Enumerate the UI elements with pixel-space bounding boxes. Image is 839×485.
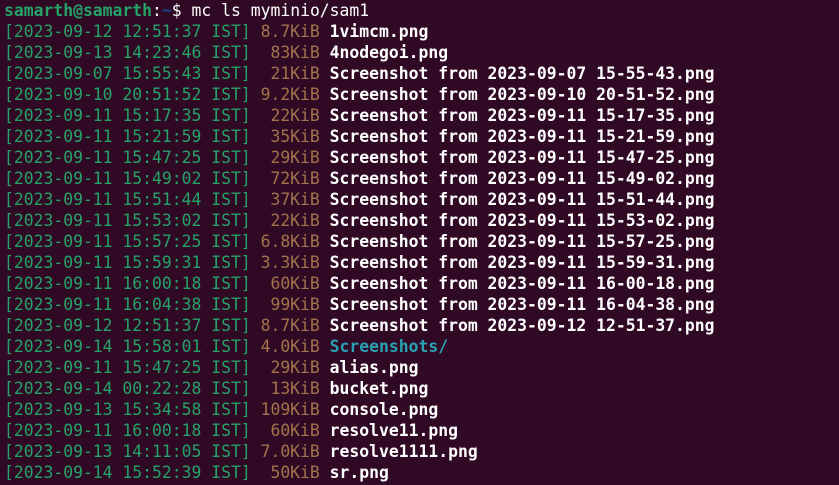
list-item: [2023-09-12 12:51:37 IST] 8.7KiB 1vimcm.… <box>4 21 839 42</box>
entry-timestamp: [2023-09-11 15:57:25 IST] <box>4 232 251 251</box>
entry-timestamp: [2023-09-12 12:51:37 IST] <box>4 316 251 335</box>
entry-timestamp: [2023-09-11 15:17:35 IST] <box>4 106 251 125</box>
entry-file-name: alias.png <box>329 358 419 377</box>
entry-size: 29KiB <box>260 358 320 377</box>
entry-timestamp: [2023-09-11 15:47:25 IST] <box>4 148 251 167</box>
prompt-path: ~ <box>161 1 172 20</box>
file-listing: [2023-09-12 12:51:37 IST] 8.7KiB 1vimcm.… <box>4 21 839 483</box>
entry-timestamp: [2023-09-11 15:47:25 IST] <box>4 358 251 377</box>
list-item: [2023-09-11 15:57:25 IST] 6.8KiB Screens… <box>4 231 839 252</box>
list-item: [2023-09-14 15:52:39 IST] 50KiB sr.png <box>4 462 839 483</box>
list-item: [2023-09-11 15:17:35 IST] 22KiB Screensh… <box>4 105 839 126</box>
list-item: [2023-09-12 12:51:37 IST] 8.7KiB Screens… <box>4 315 839 336</box>
entry-size: 99KiB <box>260 295 320 314</box>
list-item: [2023-09-11 15:47:25 IST] 29KiB alias.pn… <box>4 357 839 378</box>
list-item: [2023-09-11 15:21:59 IST] 35KiB Screensh… <box>4 126 839 147</box>
list-item: [2023-09-13 14:23:46 IST] 83KiB 4nodegoi… <box>4 42 839 63</box>
entry-size: 4.0KiB <box>260 337 320 356</box>
list-item: [2023-09-10 20:51:52 IST] 9.2KiB Screens… <box>4 84 839 105</box>
entry-file-name: Screenshot from 2023-09-11 15-17-35.png <box>329 106 715 125</box>
entry-timestamp: [2023-09-11 16:00:18 IST] <box>4 421 251 440</box>
list-item: [2023-09-11 16:00:18 IST] 60KiB resolve1… <box>4 420 839 441</box>
terminal-window[interactable]: samarth@samarth:~$ mc ls myminio/sam1 [2… <box>0 0 839 485</box>
entry-file-name: Screenshot from 2023-09-11 15-53-02.png <box>329 211 715 230</box>
entry-file-name: Screenshot from 2023-09-11 16-00-18.png <box>329 274 715 293</box>
list-item: [2023-09-11 15:53:02 IST] 22KiB Screensh… <box>4 210 839 231</box>
entry-file-name: Screenshot from 2023-09-11 15-51-44.png <box>329 190 715 209</box>
entry-timestamp: [2023-09-11 15:51:44 IST] <box>4 190 251 209</box>
entry-directory-name: Screenshots/ <box>329 337 449 356</box>
entry-file-name: sr.png <box>329 463 389 482</box>
entry-file-name: 4nodegoi.png <box>329 43 449 62</box>
entry-size: 7.0KiB <box>260 442 320 461</box>
list-item: [2023-09-11 15:47:25 IST] 29KiB Screensh… <box>4 147 839 168</box>
entry-size: 3.3KiB <box>260 253 320 272</box>
prompt-symbol: $ <box>171 1 182 20</box>
entry-timestamp: [2023-09-13 15:34:58 IST] <box>4 400 251 419</box>
list-item: [2023-09-14 15:58:01 IST] 4.0KiB Screens… <box>4 336 839 357</box>
entry-file-name: Screenshot from 2023-09-11 15-59-31.png <box>329 253 715 272</box>
list-item: [2023-09-11 15:49:02 IST] 72KiB Screensh… <box>4 168 839 189</box>
entry-timestamp: [2023-09-07 15:55:43 IST] <box>4 64 251 83</box>
list-item: [2023-09-13 14:11:05 IST] 7.0KiB resolve… <box>4 441 839 462</box>
prompt-line: samarth@samarth:~$ mc ls myminio/sam1 <box>4 0 839 21</box>
entry-timestamp: [2023-09-11 15:59:31 IST] <box>4 253 251 272</box>
entry-size: 35KiB <box>260 127 320 146</box>
entry-size: 8.7KiB <box>260 22 320 41</box>
entry-size: 109KiB <box>260 400 320 419</box>
entry-timestamp: [2023-09-13 14:23:46 IST] <box>4 43 251 62</box>
entry-file-name: bucket.png <box>329 379 429 398</box>
list-item: [2023-09-11 15:59:31 IST] 3.3KiB Screens… <box>4 252 839 273</box>
prompt-separator: : <box>152 1 162 20</box>
entry-file-name: Screenshot from 2023-09-11 15-47-25.png <box>329 148 715 167</box>
entry-file-name: Screenshot from 2023-09-11 16-04-38.png <box>329 295 715 314</box>
entry-file-name: console.png <box>329 400 439 419</box>
entry-file-name: Screenshot from 2023-09-12 12-51-37.png <box>329 316 715 335</box>
entry-file-name: resolve11.png <box>329 421 458 440</box>
entry-file-name: Screenshot from 2023-09-11 15-57-25.png <box>329 232 715 251</box>
entry-size: 21KiB <box>260 64 320 83</box>
entry-timestamp: [2023-09-10 20:51:52 IST] <box>4 85 251 104</box>
command-text: mc ls myminio/sam1 <box>181 1 370 20</box>
entry-file-name: Screenshot from 2023-09-10 20-51-52.png <box>329 85 715 104</box>
entry-size: 8.7KiB <box>260 316 320 335</box>
entry-size: 29KiB <box>260 148 320 167</box>
entry-file-name: Screenshot from 2023-09-11 15-49-02.png <box>329 169 715 188</box>
list-item: [2023-09-11 16:00:18 IST] 60KiB Screensh… <box>4 273 839 294</box>
entry-timestamp: [2023-09-11 16:04:38 IST] <box>4 295 251 314</box>
entry-size: 72KiB <box>260 169 320 188</box>
list-item: [2023-09-07 15:55:43 IST] 21KiB Screensh… <box>4 63 839 84</box>
prompt-user-host: samarth@samarth <box>4 1 153 20</box>
entry-size: 9.2KiB <box>260 85 320 104</box>
list-item: [2023-09-14 00:22:28 IST] 13KiB bucket.p… <box>4 378 839 399</box>
entry-size: 50KiB <box>260 463 320 482</box>
entry-timestamp: [2023-09-14 15:52:39 IST] <box>4 463 251 482</box>
entry-size: 83KiB <box>260 43 320 62</box>
entry-timestamp: [2023-09-14 00:22:28 IST] <box>4 379 251 398</box>
entry-timestamp: [2023-09-11 15:49:02 IST] <box>4 169 251 188</box>
entry-timestamp: [2023-09-13 14:11:05 IST] <box>4 442 251 461</box>
entry-size: 60KiB <box>260 274 320 293</box>
entry-timestamp: [2023-09-12 12:51:37 IST] <box>4 22 251 41</box>
entry-timestamp: [2023-09-11 15:53:02 IST] <box>4 211 251 230</box>
entry-size: 37KiB <box>260 190 320 209</box>
entry-size: 13KiB <box>260 379 320 398</box>
entry-file-name: Screenshot from 2023-09-07 15-55-43.png <box>329 64 715 83</box>
entry-timestamp: [2023-09-11 15:21:59 IST] <box>4 127 251 146</box>
entry-size: 22KiB <box>260 211 320 230</box>
list-item: [2023-09-11 16:04:38 IST] 99KiB Screensh… <box>4 294 839 315</box>
entry-timestamp: [2023-09-14 15:58:01 IST] <box>4 337 251 356</box>
entry-size: 22KiB <box>260 106 320 125</box>
list-item: [2023-09-13 15:34:58 IST] 109KiB console… <box>4 399 839 420</box>
entry-file-name: Screenshot from 2023-09-11 15-21-59.png <box>329 127 715 146</box>
entry-file-name: resolve1111.png <box>329 442 478 461</box>
entry-size: 60KiB <box>260 421 320 440</box>
entry-timestamp: [2023-09-11 16:00:18 IST] <box>4 274 251 293</box>
list-item: [2023-09-11 15:51:44 IST] 37KiB Screensh… <box>4 189 839 210</box>
entry-size: 6.8KiB <box>260 232 320 251</box>
entry-file-name: 1vimcm.png <box>329 22 429 41</box>
